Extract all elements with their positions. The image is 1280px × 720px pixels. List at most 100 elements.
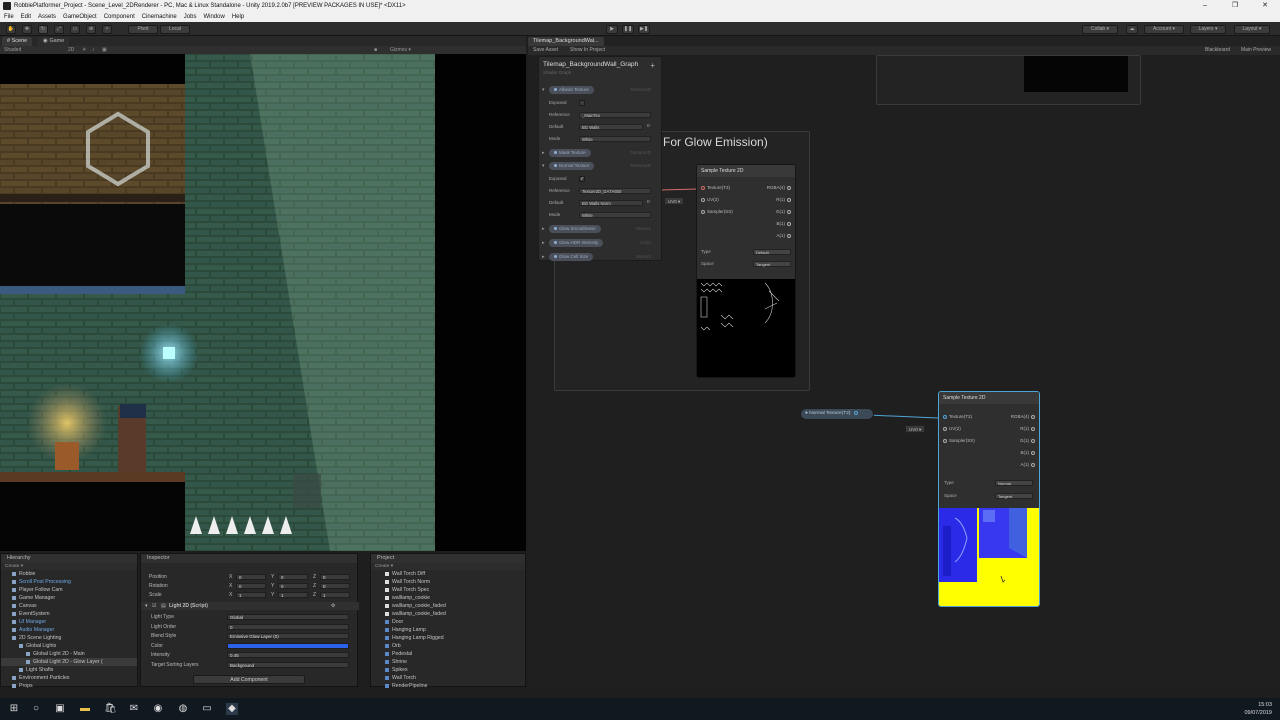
add-component-button[interactable]: Add Component xyxy=(193,675,305,684)
hierarchy-item[interactable]: Props xyxy=(1,682,137,690)
property-pill[interactable]: Albedo Texture xyxy=(549,86,594,94)
light2d-component-header[interactable]: ▾ ☑ ▤ Light 2D (Script) ⚙ xyxy=(141,602,359,610)
output-port[interactable]: R(1) xyxy=(776,197,793,202)
move-tool-button[interactable]: ✥ xyxy=(22,25,32,34)
rotation-y-field[interactable]: 0 xyxy=(278,583,308,589)
windows-start-icon[interactable]: ⊞ xyxy=(8,703,20,715)
minimize-button[interactable]: – xyxy=(1190,0,1220,12)
scale-tool-button[interactable]: ⤢ xyxy=(54,25,64,34)
property-albedo[interactable]: ▾ Albedo Texture Texture2D xyxy=(539,85,663,95)
file-explorer-icon[interactable]: ▬ xyxy=(79,703,91,715)
menu-window[interactable]: Window xyxy=(203,12,224,22)
output-port[interactable]: B(1) xyxy=(776,221,793,226)
project-asset-item[interactable]: Shrine xyxy=(371,658,525,666)
default-texture-field[interactable]: BG Walls Norm xyxy=(579,200,643,206)
project-asset-item[interactable]: Door xyxy=(371,618,525,626)
input-port[interactable]: Texture(T2) xyxy=(699,185,730,190)
rotate-tool-button[interactable]: ↻ xyxy=(38,25,48,34)
task-view-icon[interactable]: ▣ xyxy=(54,703,66,715)
expand-arrow-icon[interactable]: ▸ xyxy=(542,224,545,234)
expand-arrow-icon[interactable]: ▸ xyxy=(542,252,545,262)
hierarchy-item[interactable]: Light Shafts xyxy=(1,666,137,674)
layout-dropdown[interactable]: Layout ▾ xyxy=(1234,25,1270,34)
hierarchy-item[interactable]: UI Manager xyxy=(1,618,137,626)
expand-arrow-icon[interactable]: ▸ xyxy=(542,148,545,158)
project-asset-item[interactable]: Spikes xyxy=(371,666,525,674)
exposed-checkbox[interactable]: ✓ xyxy=(579,176,585,182)
hierarchy-item[interactable]: Audio Manager xyxy=(1,626,137,634)
scale-z-field[interactable]: 1 xyxy=(320,592,350,598)
project-asset-item[interactable]: Pedestal xyxy=(371,650,525,658)
lighting-toggle-icon[interactable]: ☀ xyxy=(82,46,86,54)
project-asset-item[interactable]: RenderPipeline xyxy=(371,682,525,690)
scale-y-field[interactable]: 1 xyxy=(278,592,308,598)
add-property-button[interactable]: + xyxy=(650,61,655,70)
graph-canvas[interactable]: For Glow Emission) Tilemap_BackgroundWal… xyxy=(528,55,1280,687)
input-port[interactable]: Sampler(SS) xyxy=(941,438,975,443)
reference-field[interactable]: _MainTex xyxy=(579,112,651,118)
mode-2d-toggle[interactable]: 2D xyxy=(68,46,74,54)
unity-hub-icon[interactable]: ◍ xyxy=(177,703,189,715)
project-asset-item[interactable]: Wall Torch Norm xyxy=(371,578,525,586)
input-port[interactable]: Texture(T2) xyxy=(941,414,972,419)
effects-toggle-icon[interactable]: ▣ xyxy=(102,46,107,54)
exposed-checkbox[interactable] xyxy=(579,100,585,106)
blackboard-toggle[interactable]: Blackboard xyxy=(1205,46,1230,55)
expand-arrow-icon[interactable]: ▾ xyxy=(542,161,545,171)
type-dropdown[interactable]: Normal xyxy=(995,480,1033,486)
maximize-button[interactable]: ❐ xyxy=(1220,0,1250,12)
unity-editor-icon[interactable]: ◆ xyxy=(226,703,238,715)
hierarchy-item[interactable]: Canvas xyxy=(1,602,137,610)
reference-field[interactable]: Texture2D_DA7A650 xyxy=(579,188,651,194)
property-glow-hdr[interactable]: ▸ Glow HDR Intensity Color xyxy=(539,238,663,248)
field-value[interactable]: 0 xyxy=(227,623,349,630)
mail-icon[interactable]: ✉ xyxy=(128,703,140,715)
scene-view[interactable] xyxy=(0,54,526,551)
save-asset-button[interactable]: Save Asset xyxy=(533,46,558,55)
property-pill[interactable]: Glow HDR Intensity xyxy=(549,239,604,247)
project-asset-item[interactable]: Orb xyxy=(371,642,525,650)
project-asset-item[interactable]: Hanging Lamp Rigged xyxy=(371,634,525,642)
collab-dropdown[interactable]: Collab ▾ xyxy=(1082,25,1118,34)
field-value[interactable]: Emissive Glow Layer (0) xyxy=(227,633,349,639)
input-port[interactable]: UV(2) xyxy=(699,197,719,202)
default-texture-field[interactable]: BG Walls xyxy=(579,124,643,130)
account-dropdown[interactable]: Account ▾ xyxy=(1144,25,1184,34)
main-preview-toggle[interactable]: Main Preview xyxy=(1241,46,1271,55)
project-asset-item[interactable]: Wall Torch xyxy=(371,674,525,682)
space-dropdown[interactable]: Tangent xyxy=(753,261,791,267)
cloud-icon[interactable]: ☁ xyxy=(1126,25,1138,34)
uv-input-chip[interactable]: UV0 ▾ xyxy=(664,197,685,205)
tab-game[interactable]: ◉ Game xyxy=(38,37,70,46)
scale-x-field[interactable]: 1 xyxy=(236,592,266,598)
mode-dropdown[interactable]: White xyxy=(579,136,651,142)
pivot-toggle[interactable]: Pivot xyxy=(128,25,158,34)
play-button[interactable]: ▶ xyxy=(606,25,618,34)
output-port[interactable]: B(1) xyxy=(1020,450,1037,455)
project-asset-item[interactable]: Hanging Lamp xyxy=(371,626,525,634)
project-asset-item[interactable]: Wall Torch Spec xyxy=(371,586,525,594)
position-z-field[interactable]: 0 xyxy=(320,574,350,580)
type-dropdown[interactable]: Default xyxy=(753,249,791,255)
output-port[interactable]: A(1) xyxy=(1020,462,1037,467)
rotation-x-field[interactable]: 0 xyxy=(236,583,266,589)
audio-toggle-icon[interactable]: ♪ xyxy=(92,46,95,54)
menu-jobs[interactable]: Jobs xyxy=(184,12,197,22)
custom-tool-button[interactable]: ✧ xyxy=(102,25,112,34)
mode-dropdown[interactable]: White xyxy=(579,212,651,218)
space-dropdown[interactable]: Tangent xyxy=(995,493,1033,499)
project-asset-item[interactable]: walllamp_cookie_faded xyxy=(371,610,525,618)
expand-arrow-icon[interactable]: ▾ xyxy=(542,85,545,95)
hierarchy-item[interactable]: Game Manager xyxy=(1,594,137,602)
project-create-button[interactable]: Create ▾ xyxy=(371,563,525,570)
output-port[interactable]: A(1) xyxy=(776,233,793,238)
tab-shader-graph[interactable]: Tilemap_BackgroundWal... xyxy=(528,37,604,46)
hierarchy-item[interactable]: Global Lights xyxy=(1,642,137,650)
project-asset-item[interactable]: walllamp_cookie xyxy=(371,594,525,602)
sample-texture-node-2[interactable]: Sample Texture 2D Texture(T2) UV(2) Samp… xyxy=(938,391,1040,607)
shading-dropdown[interactable]: Shaded xyxy=(4,46,21,54)
property-normal[interactable]: ▾ Normal Texture Texture2D xyxy=(539,161,663,171)
output-port[interactable]: R(1) xyxy=(1020,426,1037,431)
transform-tool-button[interactable]: ⊕ xyxy=(86,25,96,34)
output-port[interactable]: G(1) xyxy=(1020,438,1037,443)
